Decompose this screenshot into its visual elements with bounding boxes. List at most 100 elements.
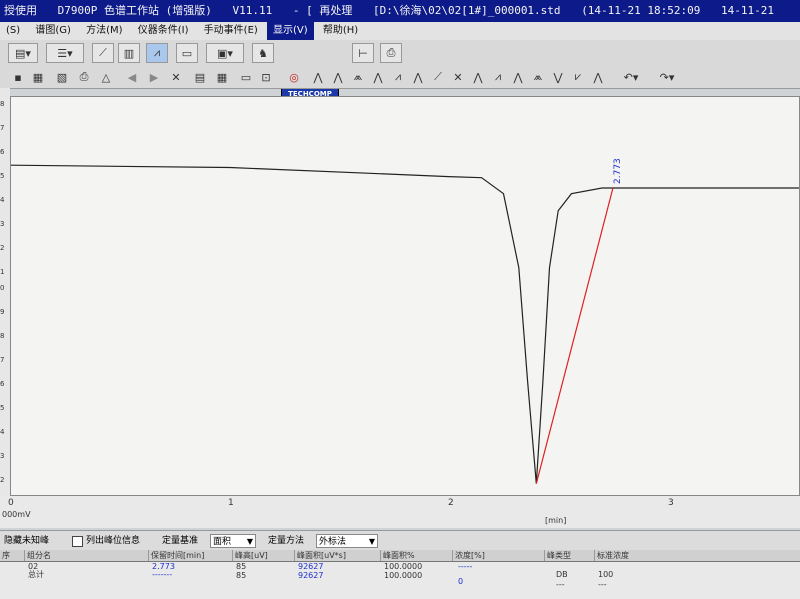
com-button[interactable]: ▣▾	[206, 43, 244, 63]
menu-bar: (S) 谱图(G) 方法(M) 仪器条件(I) 手动事件(E) 显示(V) 帮助…	[0, 22, 800, 40]
x-tick-label: 3	[668, 498, 674, 508]
chromatogram-plot[interactable]: 2.773	[10, 96, 800, 496]
cell-area-pct: 100.0000	[384, 562, 423, 571]
peak-tool-15[interactable]: ⋀	[590, 69, 606, 85]
menu-item-display[interactable]: 显示(V)	[266, 22, 314, 40]
marker-button[interactable]: ⊢	[352, 43, 374, 63]
floppy-icon: ▪	[14, 70, 22, 84]
peak-shape-icon: ⩗	[574, 70, 582, 83]
peak-tool-5[interactable]: ⩘	[390, 69, 406, 85]
peak-tool-8[interactable]: ✕	[450, 69, 466, 85]
document-icon: ▤▾	[15, 46, 31, 60]
redo-icon: ↷▾	[659, 70, 675, 84]
y-tick-label: 5	[0, 404, 5, 412]
y-tick-label: 2	[0, 476, 5, 484]
printer-button[interactable]: ⎙	[380, 43, 402, 63]
quant-method-label: 定量方法	[268, 536, 305, 546]
forward-button[interactable]: ▶	[146, 69, 162, 85]
peak-tool-4[interactable]: ⋀	[370, 69, 386, 85]
peak-shape-icon: ⋀	[313, 70, 323, 84]
list-peak-info-label: 列出峰位信息	[86, 536, 141, 546]
cell-rt: -------	[152, 570, 173, 579]
quant-basis-value: 面积	[213, 537, 232, 547]
peak-shape-icon: ⩕	[533, 70, 543, 83]
y-tick-label: 4	[0, 196, 5, 204]
cell-std-conc: ---	[598, 580, 607, 589]
y-tick-label: 4	[0, 428, 5, 436]
peak-tool-9[interactable]: ⋀	[470, 69, 486, 85]
peak-tool-1[interactable]: ⋀	[310, 69, 326, 85]
title-version: V11.11	[232, 4, 273, 17]
run-button[interactable]: ♞	[252, 43, 274, 63]
peak-label[interactable]: 2.773	[613, 158, 623, 184]
title-part: 授使用	[4, 4, 37, 17]
arrow-right-icon: ▶	[149, 70, 159, 84]
quant-method-select[interactable]: 外标法 ▼	[316, 534, 378, 548]
window-button[interactable]: ▭	[238, 69, 254, 85]
cell-area-pct: 100.0000	[384, 571, 423, 580]
table-header: 序 组分名 保留时间[min] 峰高[uV] 峰面积[uV*s] 峰面积% 浓度…	[0, 550, 800, 562]
peak-tool-7[interactable]: ⟋	[430, 69, 446, 85]
col-header-name: 组分名	[24, 550, 148, 561]
menu-item-method[interactable]: 方法(M)	[80, 22, 128, 40]
title-time: (14-11-21 18:52:09	[581, 4, 701, 17]
peak-tool-2[interactable]: ⋀	[330, 69, 346, 85]
cell-area: 92627	[298, 562, 324, 571]
y-tick-label: 7	[0, 356, 5, 364]
undo-icon: ↶▾	[623, 70, 639, 84]
menu-item-s[interactable]: (S)	[0, 22, 26, 40]
bar-button[interactable]: ▥	[118, 43, 140, 63]
running-man-icon: ♞	[258, 46, 268, 60]
print-button[interactable]: ⎙	[76, 69, 92, 85]
x-tick-label: 2	[448, 498, 454, 508]
menu-item-chromatogram[interactable]: 谱图(G)	[29, 22, 77, 40]
peak-tool-3[interactable]: ⩕	[350, 69, 366, 85]
peak-preview-icon: △	[101, 70, 111, 84]
preview-button[interactable]: △	[98, 69, 114, 85]
floppy-multi-icon: ▦	[32, 70, 44, 84]
peak-tool-11[interactable]: ⋀	[510, 69, 526, 85]
save-button[interactable]: ▪	[10, 69, 26, 85]
stop-icon: ◎	[289, 70, 299, 84]
hide-unknown-peaks-label[interactable]: 隐藏未知峰	[4, 531, 49, 551]
title-bar: 授使用 D7900P 色谱工作站 (增强版) V11.11 - [ 再处理 [D…	[0, 0, 800, 22]
arrow-left-icon: ◀	[127, 70, 137, 84]
col-header-seq: 序	[2, 551, 10, 560]
report-button[interactable]: ▦	[214, 69, 230, 85]
y-unit-label: 000mV	[2, 510, 31, 519]
peak-tool-10[interactable]: ⩘	[490, 69, 506, 85]
folder-button[interactable]: ▭	[176, 43, 198, 63]
peak-tool-14[interactable]: ⩗	[570, 69, 586, 85]
menu-item-instrument[interactable]: 仪器条件(I)	[132, 22, 195, 40]
peak-tool-6[interactable]: ⋀	[410, 69, 426, 85]
menu-item-help[interactable]: 帮助(H)	[317, 22, 364, 40]
stop-button[interactable]: ◎	[286, 69, 302, 85]
list-peak-info-checkbox[interactable]	[72, 536, 83, 547]
close-icon: ✕	[171, 70, 181, 84]
curve-button[interactable]: ⟋	[92, 43, 114, 63]
bar-chart-icon: ▥	[123, 46, 135, 60]
menu-item-manual-events[interactable]: 手动事件(E)	[198, 22, 264, 40]
com-icon: ▣▾	[217, 46, 233, 60]
export-button[interactable]: ▧	[54, 69, 70, 85]
zoom-button[interactable]: ⊡	[258, 69, 274, 85]
peak-shape-icon: ⩘	[394, 70, 402, 83]
back-button[interactable]: ◀	[124, 69, 140, 85]
folder-icon: ▭	[181, 46, 193, 60]
undo-button[interactable]: ↶▾	[616, 69, 646, 85]
col-header-peak-type: 峰类型	[544, 550, 594, 561]
save-as-button[interactable]: ▦	[30, 69, 46, 85]
quant-basis-select[interactable]: 面积 ▼	[210, 534, 256, 548]
chromatogram-svg[interactable]: 2.773	[10, 97, 799, 495]
y-tick-label: 3	[0, 220, 5, 228]
layout-button[interactable]: ☰▾	[46, 43, 84, 63]
peak-tool-12[interactable]: ⩕	[530, 69, 546, 85]
delete-button[interactable]: ✕	[168, 69, 184, 85]
table-button[interactable]: ▤	[192, 69, 208, 85]
peak-view-button[interactable]: ⩘	[146, 43, 168, 63]
y-tick-label: 5	[0, 172, 5, 180]
redo-button[interactable]: ↷▾	[652, 69, 682, 85]
title-file: [D:\徐海\02\02[1#]_000001.std	[372, 4, 561, 17]
peak-tool-13[interactable]: ⋁	[550, 69, 566, 85]
open-chromatogram-button[interactable]: ▤▾	[8, 43, 38, 63]
